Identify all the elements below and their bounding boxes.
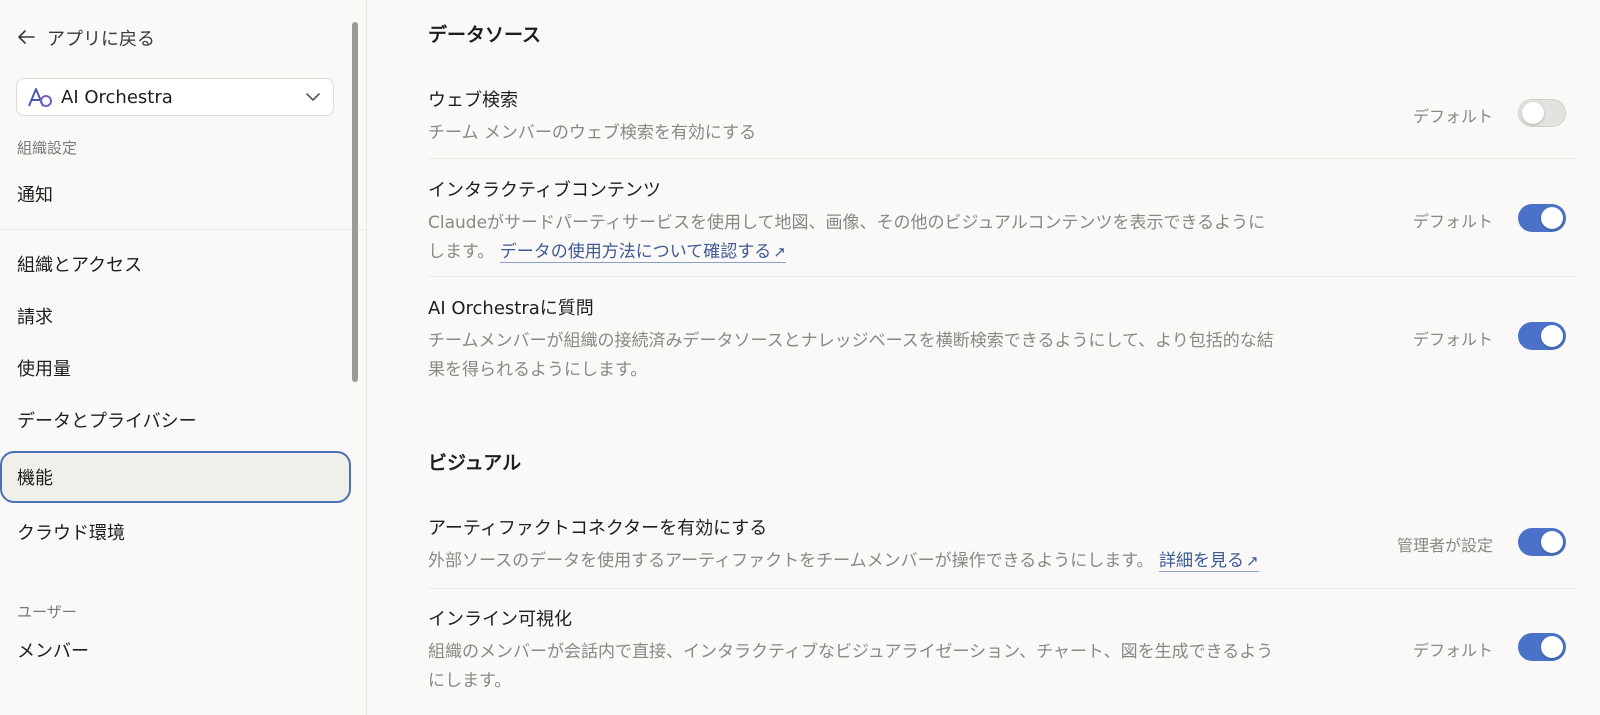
- sidebar-item-notifications[interactable]: 通知: [0, 168, 350, 220]
- description-line: にします。: [428, 671, 512, 691]
- sidebar-item-usage[interactable]: 使用量: [0, 342, 350, 394]
- section-label-org-settings: 組織設定: [17, 139, 78, 157]
- setting-description: Claudeがサードパーティサービスを使用して地図、画像、その他のビジュアルコン…: [428, 209, 1348, 267]
- toggle-knob: [1541, 531, 1563, 553]
- sidebar-item-features[interactable]: 機能: [0, 451, 351, 503]
- setting-description: 組織のメンバーが会話内で直接、インタラクティブなビジュアライゼーション、チャート…: [428, 638, 1348, 696]
- back-label: アプリに戻る: [47, 29, 155, 50]
- setting-description: チームメンバーが組織の接続済みデータソースとナレッジベースを横断検索できるように…: [428, 327, 1348, 385]
- setting-row-artifact-connectors: アーティファクトコネクターを有効にする 外部ソースのデータを使用するアーティファ…: [428, 514, 1578, 584]
- data-usage-link[interactable]: データの使用方法について確認する ↗: [499, 242, 786, 263]
- external-link-icon: ↗: [773, 243, 786, 261]
- chevron-down-icon: [303, 87, 323, 107]
- row-divider: [428, 276, 1578, 277]
- ask-org-toggle[interactable]: [1518, 322, 1566, 350]
- toggle-knob: [1541, 636, 1563, 658]
- arrow-left-icon: [17, 28, 35, 49]
- setting-row-ask-org: AI Orchestraに質問 チームメンバーが組織の接続済みデータソースとナレ…: [428, 294, 1578, 384]
- section-label-users: ユーザー: [17, 603, 77, 621]
- sidebar: アプリに戻る AI Orchestra 組織設定 通知 組織とアクセス 請求 使…: [0, 0, 367, 715]
- setting-title: ウェブ検索: [428, 90, 518, 111]
- org-name: AI Orchestra: [61, 86, 173, 108]
- state-label: デフォルト: [1412, 212, 1493, 231]
- state-label: デフォルト: [1412, 330, 1493, 349]
- setting-title: インライン可視化: [428, 609, 572, 630]
- setting-title: アーティファクトコネクターを有効にする: [428, 518, 768, 539]
- external-link-icon: ↗: [1245, 552, 1259, 570]
- description-line: チームメンバーが組織の接続済みデータソースとナレッジベースを横断検索できるように…: [428, 331, 1274, 351]
- state-label: デフォルト: [1412, 641, 1493, 660]
- setting-description: チーム メンバーのウェブ検索を有効にする: [428, 123, 757, 143]
- back-to-app-link[interactable]: アプリに戻る: [17, 24, 155, 52]
- toggle-knob: [1541, 207, 1563, 229]
- toggle-knob: [1522, 102, 1544, 124]
- learn-more-link[interactable]: 詳細を見る ↗: [1158, 551, 1259, 572]
- row-divider: [428, 588, 1578, 589]
- link-label: データの使用方法について確認する: [499, 242, 772, 262]
- org-logo-icon: [27, 86, 53, 108]
- setting-title: インタラクティブコンテンツ: [428, 180, 661, 201]
- org-selector[interactable]: AI Orchestra: [16, 78, 334, 116]
- sidebar-scrollbar[interactable]: [352, 22, 358, 382]
- description-line: 外部ソースのデータを使用するアーティファクトをチームメンバーが操作できるようにし…: [428, 551, 1154, 571]
- artifact-connectors-toggle[interactable]: [1518, 528, 1566, 556]
- setting-row-web-search: ウェブ検索 チーム メンバーのウェブ検索を有効にする デフォルト: [428, 86, 1578, 156]
- description-line: します。: [428, 242, 495, 262]
- sidebar-divider: [0, 229, 367, 230]
- sidebar-item-data-privacy[interactable]: データとプライバシー: [0, 394, 350, 446]
- sidebar-item-members[interactable]: メンバー: [0, 624, 350, 676]
- section-title-visual: ビジュアル: [428, 452, 522, 474]
- setting-title: AI Orchestraに質問: [428, 298, 594, 319]
- link-label: 詳細を見る: [1158, 551, 1244, 571]
- section-title-data-sources: データソース: [428, 24, 542, 46]
- interactive-content-toggle[interactable]: [1518, 204, 1566, 232]
- toggle-knob: [1541, 325, 1563, 347]
- state-label: 管理者が設定: [1396, 536, 1493, 555]
- state-label: デフォルト: [1412, 107, 1493, 126]
- sidebar-item-cloud-environment[interactable]: クラウド環境: [0, 506, 350, 558]
- setting-row-inline-visualization: インライン可視化 組織のメンバーが会話内で直接、インタラクティブなビジュアライゼ…: [428, 605, 1578, 695]
- inline-visualization-toggle[interactable]: [1518, 633, 1566, 661]
- description-line: Claudeがサードパーティサービスを使用して地図、画像、その他のビジュアルコン…: [428, 213, 1266, 233]
- web-search-toggle[interactable]: [1518, 99, 1566, 127]
- row-divider: [428, 158, 1578, 159]
- setting-description: 外部ソースのデータを使用するアーティファクトをチームメンバーが操作できるようにし…: [428, 547, 1348, 576]
- sidebar-item-billing[interactable]: 請求: [0, 290, 350, 342]
- sidebar-item-org-access[interactable]: 組織とアクセス: [0, 238, 350, 290]
- setting-row-interactive-content: インタラクティブコンテンツ Claudeがサードパーティサービスを使用して地図、…: [428, 176, 1578, 266]
- description-line: 果を得られるようにします。: [428, 360, 648, 380]
- description-line: 組織のメンバーが会話内で直接、インタラクティブなビジュアライゼーション、チャート…: [428, 642, 1274, 662]
